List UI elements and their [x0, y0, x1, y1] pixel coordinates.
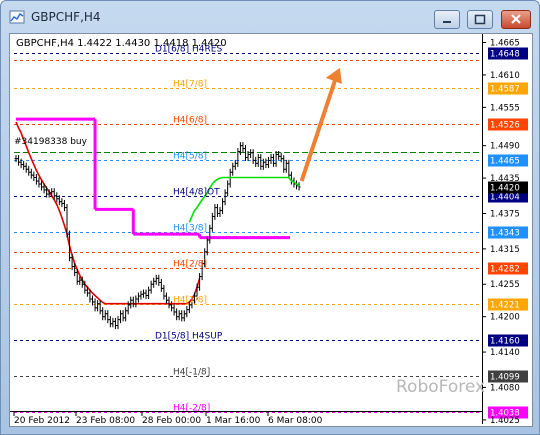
y-tick-label: 1.4610	[490, 71, 520, 81]
chart-info-line: GBPCHF,H4 1.4422 1.4430 1.4418 1.4420	[16, 38, 227, 49]
price-tag-text: 1.4526	[490, 121, 520, 131]
minimize-button[interactable]	[434, 10, 460, 29]
x-tick-label: 28 Feb 00:00	[142, 416, 201, 426]
level-label: H4[3/8]	[173, 224, 207, 234]
y-tick-label: 1.4025	[490, 416, 520, 426]
level-label: D1[5/8] H4SUP	[155, 332, 223, 342]
price-tag-text: 1.4282	[490, 265, 520, 275]
chart-window: GBPCHF,H4 D1[6/8] H4RES 1.4648 H4[7/8] 1.45…	[0, 0, 540, 435]
forecast-arrow	[299, 77, 338, 182]
close-button[interactable]	[501, 10, 531, 29]
x-tick-label: 23 Feb 08:00	[76, 416, 135, 426]
price-tag-text: 1.4587	[490, 85, 520, 95]
minimize-icon	[443, 21, 451, 23]
price-tag-text: 1.4099	[490, 373, 520, 383]
y-tick-label: 1.4255	[490, 280, 520, 290]
level-label: H4[6/8]	[173, 116, 207, 126]
price-tag-text: 1.4221	[490, 301, 520, 311]
x-tick-label: 6 Mar 08:00	[268, 416, 323, 426]
price-chart[interactable]: D1[6/8] H4RES 1.4648H4[7/8] 1.4587H4[6/8] 1…	[10, 34, 532, 426]
current-price-text: 1.4420	[490, 184, 520, 194]
x-tick-label: 20 Feb 2012	[14, 416, 70, 426]
level-label: H4[7/8]	[173, 80, 207, 90]
window-title: GBPCHF,H4	[31, 10, 101, 24]
price-tag-text: 1.4160	[490, 337, 520, 347]
order-label: #34198338 buy	[14, 137, 88, 147]
watermark: RoboForex	[396, 377, 485, 397]
y-tick-label: 1.4080	[490, 383, 520, 393]
ma-red-line	[15, 121, 201, 305]
y-tick-label: 1.4375	[490, 209, 520, 219]
price-tag-text: 1.4343	[490, 229, 520, 239]
level-label: H4[-1/8]	[173, 368, 210, 378]
ma-green-line	[188, 176, 300, 223]
restore-button[interactable]	[467, 10, 493, 29]
level-label: H4[5/8]	[173, 152, 207, 162]
level-label: H4[2/8]	[173, 260, 207, 270]
level-label: H4[4/8]OT	[173, 188, 220, 198]
chart-plot-area[interactable]: D1[6/8] H4RES 1.4648 H4[7/8] 1.4587 H4[6/8] 1…	[9, 33, 533, 427]
y-tick-label: 1.4200	[490, 313, 520, 323]
y-tick-label: 1.4490	[490, 142, 520, 152]
price-tag-text: 1.4404	[490, 193, 520, 203]
level-label: H4[1/8]	[173, 296, 207, 306]
price-tag-text: 1.4648	[490, 50, 520, 60]
restore-icon	[474, 14, 486, 25]
y-tick-label: 1.4140	[490, 348, 520, 358]
close-icon	[511, 14, 521, 24]
titlebar[interactable]: GBPCHF,H4	[1, 1, 539, 33]
y-tick-label: 1.4555	[490, 103, 520, 113]
chart-window-icon	[9, 10, 25, 24]
y-tick-label: 1.4665	[490, 38, 520, 48]
price-tag-text: 1.4465	[490, 157, 520, 167]
y-tick-label: 1.4315	[490, 245, 520, 255]
x-tick-label: 1 Mar 16:00	[206, 416, 261, 426]
